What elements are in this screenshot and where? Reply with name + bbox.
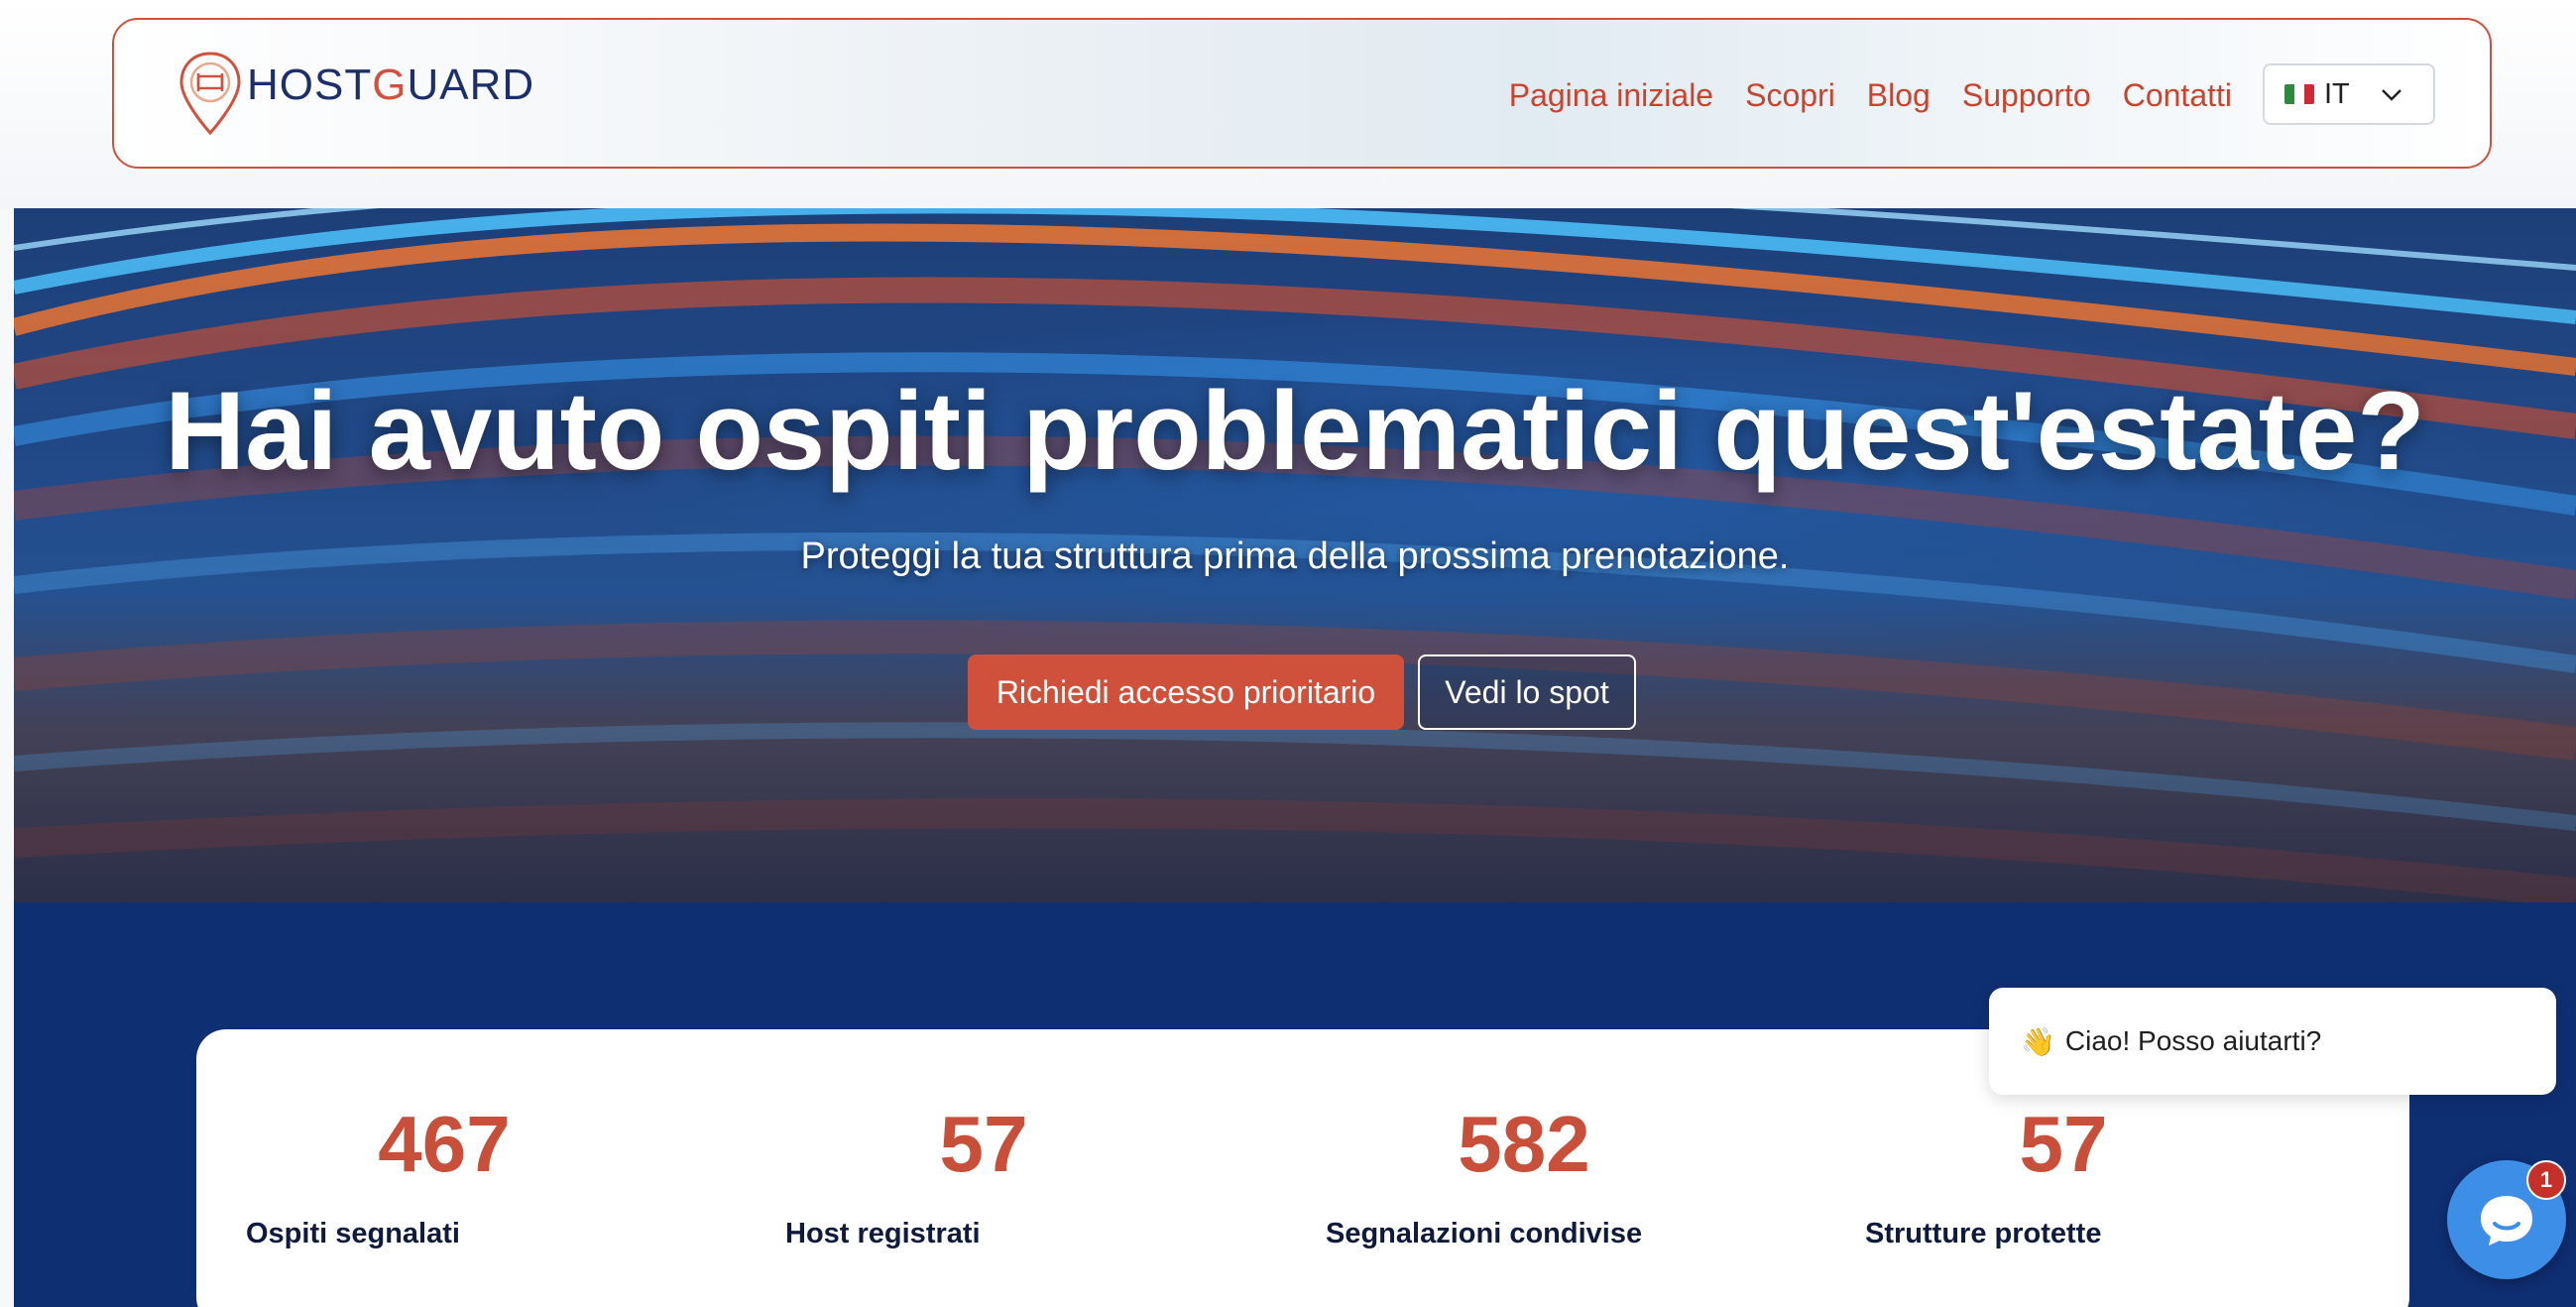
- hero-title: Hai avuto ospiti problematici quest'esta…: [165, 369, 2425, 493]
- watch-spot-button[interactable]: Vedi lo spot: [1418, 654, 1636, 730]
- stat-label: Ospiti segnalati: [246, 1218, 460, 1249]
- nav-item-home[interactable]: Pagina iniziale: [1509, 77, 1713, 114]
- stat-registered-hosts: 57 Host registrati: [785, 1099, 1321, 1250]
- request-priority-access-button[interactable]: Richiedi accesso prioritario: [968, 654, 1404, 730]
- logo[interactable]: HOSTGUARD: [176, 50, 534, 139]
- stat-value: 467: [378, 1100, 511, 1188]
- unread-badge: 1: [2526, 1160, 2566, 1200]
- waving-hand-icon: 👋: [2021, 1025, 2055, 1057]
- nav-item-contacts[interactable]: Contatti: [2123, 77, 2232, 114]
- language-code: IT: [2324, 77, 2350, 110]
- stat-protected-properties: 57 Strutture protette: [1865, 1099, 2400, 1250]
- language-selector[interactable]: IT: [2263, 63, 2435, 125]
- stat-value: 57: [939, 1100, 1028, 1188]
- stat-label: Segnalazioni condivise: [1326, 1218, 1643, 1249]
- main-nav: Pagina iniziale Scopri Blog Supporto Con…: [1509, 20, 2232, 171]
- chat-greeting-bubble[interactable]: 👋 Ciao! Posso aiutarti?: [1989, 988, 2556, 1095]
- stat-value: 582: [1458, 1100, 1590, 1188]
- chat-greeting-text: Ciao! Posso aiutarti?: [2064, 1025, 2322, 1056]
- stat-label: Strutture protette: [1865, 1218, 2102, 1249]
- top-bar: HOSTGUARD Pagina iniziale Scopri Blog Su…: [0, 0, 2576, 208]
- stat-label: Host registrati: [785, 1218, 981, 1249]
- italy-flag-icon: [2284, 84, 2314, 104]
- site-header: HOSTGUARD Pagina iniziale Scopri Blog Su…: [112, 18, 2492, 169]
- logo-text: HOSTGUARD: [247, 60, 535, 109]
- hero-section: Hai avuto ospiti problematici quest'esta…: [14, 208, 2576, 902]
- nav-item-support[interactable]: Supporto: [1962, 77, 2091, 114]
- stat-shared-reports: 582 Segnalazioni condivise: [1326, 1099, 1861, 1250]
- hero-subtitle: Proteggi la tua struttura prima della pr…: [800, 535, 1790, 577]
- stat-value: 57: [2019, 1100, 2108, 1188]
- nav-item-blog[interactable]: Blog: [1867, 77, 1931, 114]
- chevron-down-icon: [2382, 89, 2401, 101]
- chat-icon: [2481, 1196, 2532, 1246]
- nav-item-discover[interactable]: Scopri: [1745, 77, 1835, 114]
- location-pin-bed-icon: [179, 52, 241, 136]
- stat-reported-guests: 467 Ospiti segnalati: [246, 1099, 781, 1250]
